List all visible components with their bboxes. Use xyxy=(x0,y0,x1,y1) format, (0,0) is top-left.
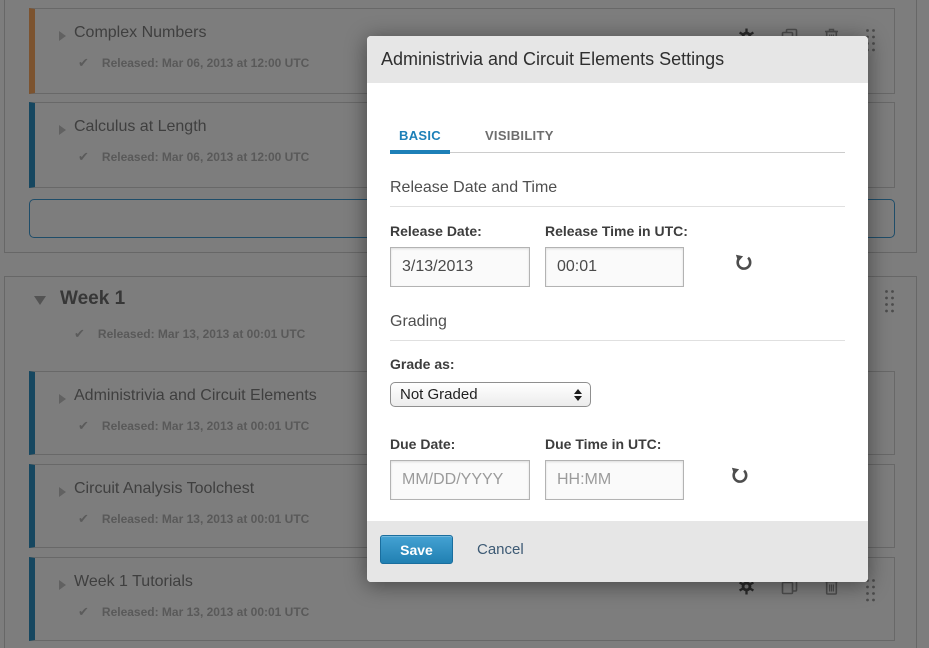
release-date-input[interactable] xyxy=(390,247,530,287)
modal-tabs: BASIC VISIBILITY xyxy=(390,128,845,153)
release-time-label: Release Time in UTC: xyxy=(545,223,688,239)
due-date-label: Due Date: xyxy=(390,436,530,452)
grade-as-label: Grade as: xyxy=(390,356,845,372)
modal-body: BASIC VISIBILITY Release Date and Time R… xyxy=(367,83,868,521)
modal-header: Administrivia and Circuit Elements Setti… xyxy=(367,36,868,83)
cancel-link[interactable]: Cancel xyxy=(477,535,524,564)
due-time-label: Due Time in UTC: xyxy=(545,436,684,452)
due-date-input[interactable] xyxy=(390,460,530,500)
grading-section-heading: Grading xyxy=(390,313,845,341)
tab-visibility[interactable]: VISIBILITY xyxy=(476,128,563,154)
release-section-heading: Release Date and Time xyxy=(390,179,845,207)
grade-as-value: Not Graded xyxy=(400,386,478,403)
settings-modal: Administrivia and Circuit Elements Setti… xyxy=(367,36,868,582)
tab-basic[interactable]: BASIC xyxy=(390,128,450,154)
reset-icon[interactable] xyxy=(730,466,749,485)
grade-as-select[interactable]: Not Graded xyxy=(390,382,591,407)
modal-title: Administrivia and Circuit Elements Setti… xyxy=(381,49,724,70)
release-time-input[interactable] xyxy=(545,247,684,287)
select-arrows-icon xyxy=(574,389,582,401)
due-time-input[interactable] xyxy=(545,460,684,500)
reset-icon[interactable] xyxy=(734,253,753,272)
save-button[interactable]: Save xyxy=(380,535,453,564)
release-date-label: Release Date: xyxy=(390,223,530,239)
modal-footer: Save Cancel xyxy=(367,521,868,582)
